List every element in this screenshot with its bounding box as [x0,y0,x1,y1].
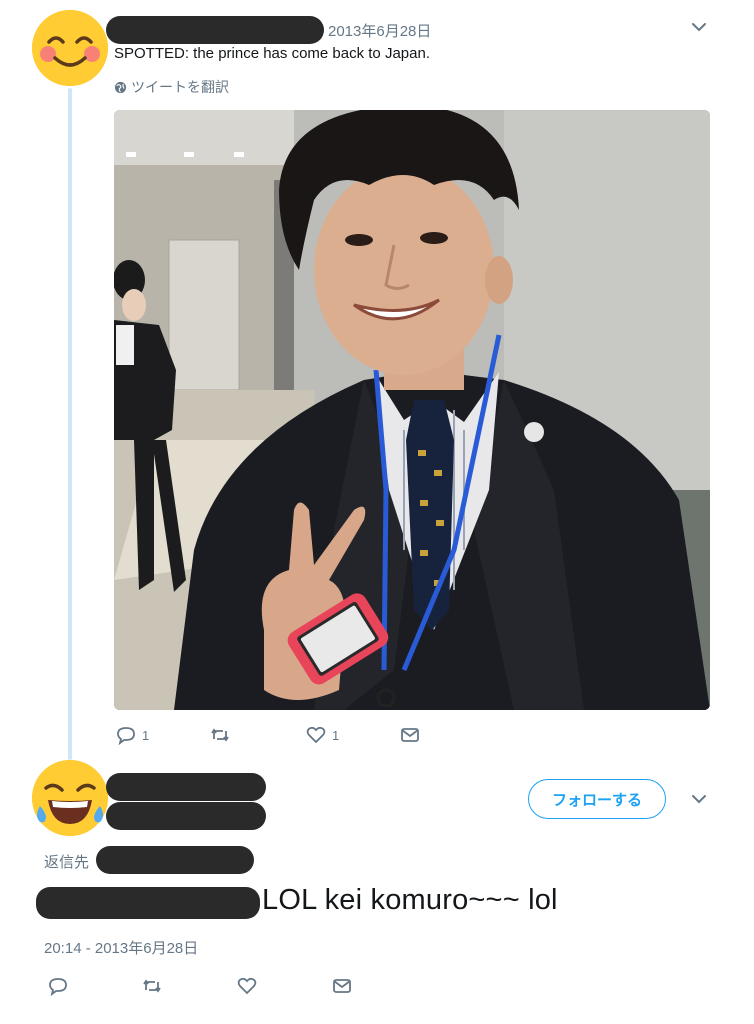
translate-tweet-link[interactable]: ツイートを翻訳 [114,77,229,97]
redacted-reply-target [96,846,254,874]
tweet-text: LOL kei komuro~~~ lol [262,884,558,916]
reply-button[interactable]: 1 [116,725,149,745]
tweet-photo[interactable] [114,110,710,710]
reply-count: 1 [142,727,150,743]
redacted-mention [36,887,260,919]
user-avatar-smiling-emoji-icon[interactable] [32,10,108,86]
like-count: 1 [332,727,340,743]
redacted-username [106,16,324,44]
retweet-button[interactable] [210,725,230,745]
heart-icon [306,726,326,744]
tweet-thread: 2013年6月28日 SPOTTED: the prince has come … [0,0,754,1024]
photo-illustration [114,110,710,710]
user-avatar-tears-of-joy-emoji-icon[interactable] [32,760,108,836]
tweet-text: SPOTTED: the prince has come back to Jap… [114,45,430,62]
replying-to-label: 返信先 [44,854,90,871]
message-button[interactable] [332,976,352,996]
tweet-date[interactable]: 2013年6月28日 [328,20,431,41]
like-button[interactable] [237,976,257,996]
translate-label: ツイートを翻訳 [131,79,229,95]
retweet-button[interactable] [142,976,162,996]
thread-connector-line [68,88,72,760]
globe-icon [114,81,127,93]
chevron-down-icon[interactable] [690,790,708,808]
redacted-display-name [106,773,266,801]
redacted-handle [106,802,266,830]
heart-icon [237,977,257,995]
chevron-down-icon[interactable] [690,18,708,36]
reply-bubble-icon [117,727,135,745]
tweet-timestamp[interactable]: 20:14 - 2013年6月28日 [44,937,198,958]
message-button[interactable] [400,725,420,745]
envelope-icon [333,979,351,993]
envelope-icon [401,728,419,742]
reply-bubble-icon [49,978,67,996]
retweet-icon [211,728,229,742]
follow-button[interactable]: フォローする [528,779,666,819]
like-button[interactable]: 1 [306,725,339,745]
retweet-icon [143,979,161,993]
reply-button[interactable] [48,976,68,996]
